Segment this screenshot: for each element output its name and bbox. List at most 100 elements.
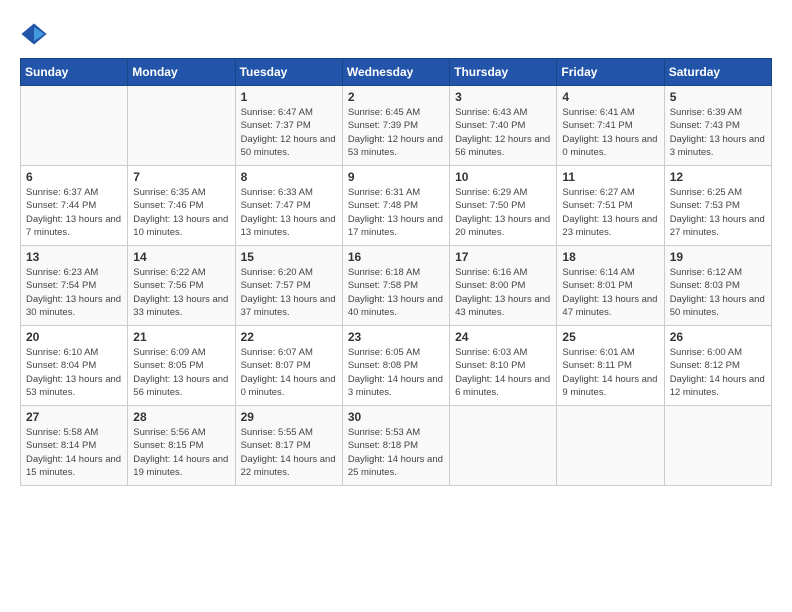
page-header <box>20 20 772 48</box>
calendar-cell: 7 Sunrise: 6:35 AM Sunset: 7:46 PM Daylig… <box>128 166 235 246</box>
day-info: Sunrise: 6:03 AM Sunset: 8:10 PM Dayligh… <box>455 346 551 399</box>
day-number: 1 <box>241 90 337 104</box>
day-number: 20 <box>26 330 122 344</box>
day-number: 2 <box>348 90 444 104</box>
calendar-cell: 1 Sunrise: 6:47 AM Sunset: 7:37 PM Daylig… <box>235 86 342 166</box>
calendar-cell: 23Sunrise: 6:05 AM Sunset: 8:08 PM Dayli… <box>342 326 449 406</box>
day-info: Sunrise: 6:35 AM Sunset: 7:46 PM Dayligh… <box>133 186 229 239</box>
calendar-cell <box>557 406 664 486</box>
day-info: Sunrise: 6:27 AM Sunset: 7:51 PM Dayligh… <box>562 186 658 239</box>
day-number: 4 <box>562 90 658 104</box>
day-info: Sunrise: 6:47 AM Sunset: 7:37 PM Dayligh… <box>241 106 337 159</box>
calendar-cell: 4 Sunrise: 6:41 AM Sunset: 7:41 PM Daylig… <box>557 86 664 166</box>
calendar-cell: 6 Sunrise: 6:37 AM Sunset: 7:44 PM Daylig… <box>21 166 128 246</box>
day-number: 18 <box>562 250 658 264</box>
day-info: Sunrise: 6:09 AM Sunset: 8:05 PM Dayligh… <box>133 346 229 399</box>
logo <box>20 20 52 48</box>
day-number: 15 <box>241 250 337 264</box>
day-number: 29 <box>241 410 337 424</box>
calendar-cell: 17 Sunrise: 6:16 AM Sunset: 8:00 PM Dayli… <box>450 246 557 326</box>
calendar-cell <box>128 86 235 166</box>
day-info: Sunrise: 6:00 AM Sunset: 8:12 PM Dayligh… <box>670 346 766 399</box>
header-saturday: Saturday <box>664 59 771 86</box>
day-number: 19 <box>670 250 766 264</box>
day-number: 9 <box>348 170 444 184</box>
calendar-cell <box>21 86 128 166</box>
day-info: Sunrise: 6:18 AM Sunset: 7:58 PM Dayligh… <box>348 266 444 319</box>
day-number: 14 <box>133 250 229 264</box>
calendar-cell: 5 Sunrise: 6:39 AM Sunset: 7:43 PM Daylig… <box>664 86 771 166</box>
day-info: Sunrise: 6:10 AM Sunset: 8:04 PM Dayligh… <box>26 346 122 399</box>
day-info: Sunrise: 6:07 AM Sunset: 8:07 PM Dayligh… <box>241 346 337 399</box>
calendar-week-4: 20 Sunrise: 6:10 AM Sunset: 8:04 PM Dayli… <box>21 326 772 406</box>
day-number: 6 <box>26 170 122 184</box>
day-number: 17 <box>455 250 551 264</box>
day-number: 21 <box>133 330 229 344</box>
day-number: 27 <box>26 410 122 424</box>
calendar-cell: 11 Sunrise: 6:27 AM Sunset: 7:51 PM Dayli… <box>557 166 664 246</box>
day-number: 28 <box>133 410 229 424</box>
calendar-header-row: SundayMondayTuesdayWednesdayThursdayFrid… <box>21 59 772 86</box>
day-number: 7 <box>133 170 229 184</box>
calendar-cell: 12 Sunrise: 6:25 AM Sunset: 7:53 PM Dayli… <box>664 166 771 246</box>
header-tuesday: Tuesday <box>235 59 342 86</box>
day-info: Sunrise: 6:39 AM Sunset: 7:43 PM Dayligh… <box>670 106 766 159</box>
day-number: 24 <box>455 330 551 344</box>
day-info: Sunrise: 6:45 AM Sunset: 7:39 PM Dayligh… <box>348 106 444 159</box>
calendar-cell: 2 Sunrise: 6:45 AM Sunset: 7:39 PM Daylig… <box>342 86 449 166</box>
day-info: Sunrise: 5:58 AM Sunset: 8:14 PM Dayligh… <box>26 426 122 479</box>
day-number: 30 <box>348 410 444 424</box>
day-number: 12 <box>670 170 766 184</box>
calendar-cell: 19 Sunrise: 6:12 AM Sunset: 8:03 PM Dayli… <box>664 246 771 326</box>
day-number: 5 <box>670 90 766 104</box>
calendar-cell <box>664 406 771 486</box>
day-info: Sunrise: 6:25 AM Sunset: 7:53 PM Dayligh… <box>670 186 766 239</box>
header-friday: Friday <box>557 59 664 86</box>
day-info: Sunrise: 6:14 AM Sunset: 8:01 PM Dayligh… <box>562 266 658 319</box>
day-info: Sunrise: 5:53 AM Sunset: 8:18 PM Dayligh… <box>348 426 444 479</box>
header-thursday: Thursday <box>450 59 557 86</box>
header-sunday: Sunday <box>21 59 128 86</box>
day-number: 10 <box>455 170 551 184</box>
calendar-cell: 13Sunrise: 6:23 AM Sunset: 7:54 PM Dayli… <box>21 246 128 326</box>
day-number: 16 <box>348 250 444 264</box>
day-info: Sunrise: 6:41 AM Sunset: 7:41 PM Dayligh… <box>562 106 658 159</box>
day-info: Sunrise: 6:23 AM Sunset: 7:54 PM Dayligh… <box>26 266 122 319</box>
day-info: Sunrise: 6:37 AM Sunset: 7:44 PM Dayligh… <box>26 186 122 239</box>
day-info: Sunrise: 6:05 AM Sunset: 8:08 PM Dayligh… <box>348 346 444 399</box>
calendar-cell: 18 Sunrise: 6:14 AM Sunset: 8:01 PM Dayli… <box>557 246 664 326</box>
day-info: Sunrise: 5:55 AM Sunset: 8:17 PM Dayligh… <box>241 426 337 479</box>
calendar-cell: 28Sunrise: 5:56 AM Sunset: 8:15 PM Dayli… <box>128 406 235 486</box>
day-number: 3 <box>455 90 551 104</box>
calendar-cell <box>450 406 557 486</box>
day-info: Sunrise: 6:43 AM Sunset: 7:40 PM Dayligh… <box>455 106 551 159</box>
calendar-week-1: 1 Sunrise: 6:47 AM Sunset: 7:37 PM Daylig… <box>21 86 772 166</box>
calendar-cell: 27 Sunrise: 5:58 AM Sunset: 8:14 PM Dayli… <box>21 406 128 486</box>
calendar-week-3: 13Sunrise: 6:23 AM Sunset: 7:54 PM Dayli… <box>21 246 772 326</box>
calendar-cell: 3 Sunrise: 6:43 AM Sunset: 7:40 PM Daylig… <box>450 86 557 166</box>
day-info: Sunrise: 6:31 AM Sunset: 7:48 PM Dayligh… <box>348 186 444 239</box>
calendar-cell: 24 Sunrise: 6:03 AM Sunset: 8:10 PM Dayli… <box>450 326 557 406</box>
calendar-cell: 16 Sunrise: 6:18 AM Sunset: 7:58 PM Dayli… <box>342 246 449 326</box>
day-info: Sunrise: 6:22 AM Sunset: 7:56 PM Dayligh… <box>133 266 229 319</box>
day-info: Sunrise: 6:12 AM Sunset: 8:03 PM Dayligh… <box>670 266 766 319</box>
calendar-week-5: 27 Sunrise: 5:58 AM Sunset: 8:14 PM Dayli… <box>21 406 772 486</box>
calendar-cell: 14 Sunrise: 6:22 AM Sunset: 7:56 PM Dayli… <box>128 246 235 326</box>
day-info: Sunrise: 6:20 AM Sunset: 7:57 PM Dayligh… <box>241 266 337 319</box>
header-monday: Monday <box>128 59 235 86</box>
calendar-cell: 9 Sunrise: 6:31 AM Sunset: 7:48 PM Daylig… <box>342 166 449 246</box>
calendar-cell: 26 Sunrise: 6:00 AM Sunset: 8:12 PM Dayli… <box>664 326 771 406</box>
calendar-cell: 30 Sunrise: 5:53 AM Sunset: 8:18 PM Dayli… <box>342 406 449 486</box>
calendar-table: SundayMondayTuesdayWednesdayThursdayFrid… <box>20 58 772 486</box>
day-info: Sunrise: 6:29 AM Sunset: 7:50 PM Dayligh… <box>455 186 551 239</box>
calendar-cell: 29 Sunrise: 5:55 AM Sunset: 8:17 PM Dayli… <box>235 406 342 486</box>
header-wednesday: Wednesday <box>342 59 449 86</box>
calendar-cell: 22 Sunrise: 6:07 AM Sunset: 8:07 PM Dayli… <box>235 326 342 406</box>
day-number: 25 <box>562 330 658 344</box>
day-number: 22 <box>241 330 337 344</box>
day-info: Sunrise: 6:16 AM Sunset: 8:00 PM Dayligh… <box>455 266 551 319</box>
day-number: 11 <box>562 170 658 184</box>
day-number: 26 <box>670 330 766 344</box>
calendar-cell: 8Sunrise: 6:33 AM Sunset: 7:47 PM Daylig… <box>235 166 342 246</box>
day-info: Sunrise: 6:33 AM Sunset: 7:47 PM Dayligh… <box>241 186 337 239</box>
